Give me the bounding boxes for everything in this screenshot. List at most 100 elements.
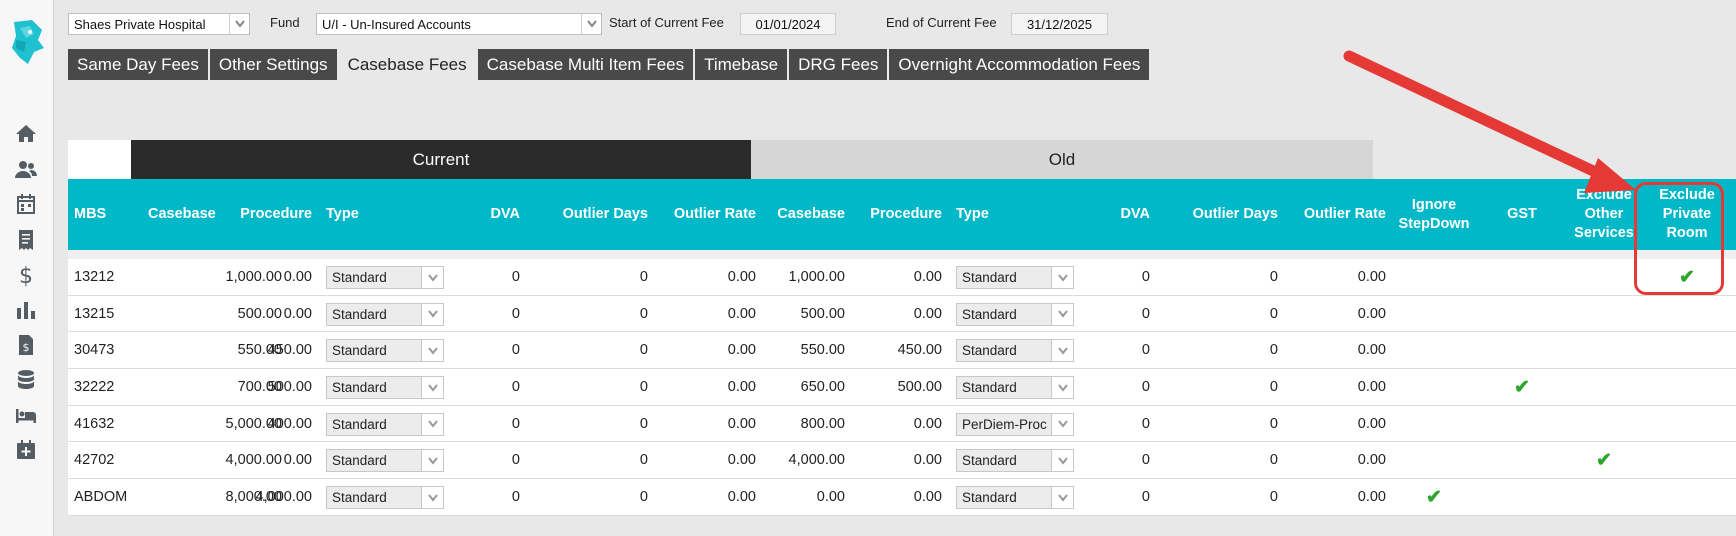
col-casebase[interactable]: Casebase <box>148 179 216 250</box>
old-type-select[interactable]: Standard <box>956 302 1074 326</box>
col-dva[interactable]: DVA <box>478 179 520 250</box>
cell-outlier-days[interactable]: 0 <box>538 296 648 332</box>
cell-outlier-days[interactable]: 0 <box>538 442 648 478</box>
cell-exclude-private[interactable] <box>1646 442 1728 478</box>
col-exclude-other-services[interactable]: Exclude Other Services <box>1562 179 1646 250</box>
cell-old-procedure[interactable]: 0.00 <box>858 479 942 515</box>
col-old-procedure[interactable]: Procedure <box>858 179 942 250</box>
cell-outlier-days[interactable]: 0 <box>538 479 648 515</box>
col-old-outlier-rate[interactable]: Outlier Rate <box>1278 179 1386 250</box>
cell-outlier-rate[interactable]: 0.00 <box>648 442 756 478</box>
cell-exclude-private[interactable] <box>1646 479 1728 515</box>
cell-old-outlier-rate[interactable]: 0.00 <box>1278 332 1386 368</box>
calendar-plus-icon[interactable] <box>13 437 39 463</box>
cell-old-casebase[interactable]: 650.00 <box>768 369 845 405</box>
cell-old-outlier-days[interactable]: 0 <box>1168 479 1278 515</box>
cell-outlier-rate[interactable]: 0.00 <box>648 479 756 515</box>
hospital-select[interactable]: Shaes Private Hospital <box>68 13 250 35</box>
old-type-select[interactable]: Standard <box>956 486 1074 510</box>
cell-outlier-rate[interactable]: 0.00 <box>648 369 756 405</box>
cell-dva[interactable]: 0 <box>478 479 520 515</box>
cell-ignore-stepdown[interactable] <box>1386 259 1482 295</box>
cell-old-casebase[interactable]: 550.00 <box>768 332 845 368</box>
old-type-select[interactable]: Standard <box>956 449 1074 473</box>
cell-old-casebase[interactable]: 4,000.00 <box>768 442 845 478</box>
cell-outlier-rate[interactable]: 0.00 <box>648 332 756 368</box>
cell-old-procedure[interactable]: 0.00 <box>858 442 942 478</box>
tab-overnight-accommodation-fees[interactable]: Overnight Accommodation Fees <box>889 49 1150 80</box>
cell-old-outlier-rate[interactable]: 0.00 <box>1278 442 1386 478</box>
col-old-type[interactable]: Type <box>956 179 1016 250</box>
cell-procedure[interactable]: 450.00 <box>228 332 312 368</box>
cell-dva[interactable]: 0 <box>478 406 520 442</box>
type-select[interactable]: Standard <box>326 449 444 473</box>
cell-exclude-other[interactable] <box>1562 369 1646 405</box>
cell-exclude-other[interactable] <box>1562 332 1646 368</box>
cell-outlier-rate[interactable]: 0.00 <box>648 259 756 295</box>
cell-old-dva[interactable]: 0 <box>1108 406 1150 442</box>
type-select[interactable]: Standard <box>326 302 444 326</box>
cell-old-casebase[interactable]: 500.00 <box>768 296 845 332</box>
old-type-select[interactable]: PerDiem-Proc <box>956 412 1074 436</box>
cell-old-dva[interactable]: 0 <box>1108 296 1150 332</box>
cell-old-outlier-rate[interactable]: 0.00 <box>1278 259 1386 295</box>
tab-timebase[interactable]: Timebase <box>695 49 788 80</box>
cell-gst[interactable] <box>1482 406 1562 442</box>
col-old-outlier-days[interactable]: Outlier Days <box>1168 179 1278 250</box>
col-old-dva[interactable]: DVA <box>1108 179 1150 250</box>
fund-select[interactable]: U/I - Un-Insured Accounts <box>316 13 602 35</box>
cell-exclude-other[interactable] <box>1562 406 1646 442</box>
table-row[interactable]: 30473 550.00 450.00 0 0 0.00 550.00 450.00 0 0 0.0… <box>68 332 1736 370</box>
cell-outlier-days[interactable]: 0 <box>538 406 648 442</box>
old-type-select[interactable]: Standard <box>956 266 1074 289</box>
cell-procedure[interactable]: 0.00 <box>228 442 312 478</box>
cell-dva[interactable]: 0 <box>478 369 520 405</box>
cell-old-outlier-days[interactable]: 0 <box>1168 296 1278 332</box>
logo-icon[interactable] <box>8 18 46 66</box>
end-date-field[interactable]: 31/12/2025 <box>1011 13 1108 35</box>
cell-old-dva[interactable]: 0 <box>1108 259 1150 295</box>
tab-other-settings[interactable]: Other Settings <box>209 49 337 80</box>
receipt-icon[interactable] <box>13 227 39 253</box>
start-date-field[interactable]: 01/01/2024 <box>740 13 836 35</box>
cell-dva[interactable]: 0 <box>478 442 520 478</box>
cell-old-dva[interactable]: 0 <box>1108 369 1150 405</box>
cell-old-outlier-days[interactable]: 0 <box>1168 442 1278 478</box>
tab-casebase-multi-item-fees[interactable]: Casebase Multi Item Fees <box>477 49 694 80</box>
cell-gst[interactable] <box>1482 479 1562 515</box>
col-type[interactable]: Type <box>326 179 386 250</box>
cell-outlier-rate[interactable]: 0.00 <box>648 406 756 442</box>
cell-procedure[interactable]: 0.00 <box>228 296 312 332</box>
cell-dva[interactable]: 0 <box>478 259 520 295</box>
cell-gst[interactable] <box>1482 296 1562 332</box>
cell-exclude-other[interactable] <box>1562 296 1646 332</box>
cell-exclude-other[interactable] <box>1562 259 1646 295</box>
type-select[interactable]: Standard <box>326 339 444 363</box>
calendar-icon[interactable] <box>13 191 39 217</box>
col-outlier-rate[interactable]: Outlier Rate <box>648 179 756 250</box>
type-select[interactable]: Standard <box>326 266 444 289</box>
cell-old-dva[interactable]: 0 <box>1108 332 1150 368</box>
cell-exclude-other[interactable] <box>1562 479 1646 515</box>
table-row[interactable]: 32222 700.00 500.00 0 0 0.00 650.00 500.00 0 0 0.0… <box>68 369 1736 406</box>
cell-exclude-private[interactable] <box>1646 406 1728 442</box>
database-icon[interactable] <box>13 367 39 393</box>
cell-exclude-private[interactable] <box>1646 296 1728 332</box>
cell-old-outlier-days[interactable]: 0 <box>1168 369 1278 405</box>
cell-old-outlier-rate[interactable]: 0.00 <box>1278 369 1386 405</box>
cell-outlier-days[interactable]: 0 <box>538 259 648 295</box>
table-row[interactable]: 42702 4,000.00 0.00 0 0 0.00 4,000.00 0.00 0 0 0.0… <box>68 442 1736 480</box>
col-mbs[interactable]: MBS <box>74 179 134 250</box>
table-row[interactable]: 13212 1,000.00 0.00 0 0 0.00 1,000.00 0.00 0 0 0.0… <box>68 259 1736 296</box>
cell-gst[interactable] <box>1482 259 1562 295</box>
cell-old-procedure[interactable]: 0.00 <box>858 296 942 332</box>
cell-old-procedure[interactable]: 0.00 <box>858 259 942 295</box>
old-type-select[interactable]: Standard <box>956 339 1074 363</box>
col-ignore-stepdown[interactable]: Ignore StepDown <box>1386 179 1482 250</box>
cell-exclude-private[interactable] <box>1646 332 1728 368</box>
col-procedure[interactable]: Procedure <box>228 179 312 250</box>
old-type-select[interactable]: Standard <box>956 376 1074 400</box>
cell-procedure[interactable]: 400.00 <box>228 406 312 442</box>
cell-exclude-other[interactable]: ✔ <box>1562 442 1646 478</box>
cell-dva[interactable]: 0 <box>478 332 520 368</box>
